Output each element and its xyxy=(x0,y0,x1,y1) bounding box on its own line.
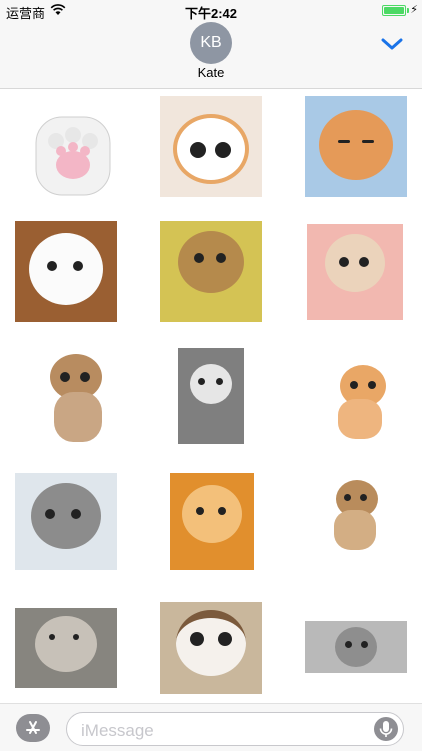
kitten-sticker-6[interactable] xyxy=(40,348,114,444)
kitten-sticker-5[interactable] xyxy=(307,224,403,320)
avatar[interactable]: KB xyxy=(190,22,232,64)
kitten-sticker-14[interactable] xyxy=(305,621,407,673)
kitten-sticker-8[interactable] xyxy=(328,361,396,443)
microphone-icon xyxy=(379,721,393,737)
microphone-button[interactable] xyxy=(374,717,398,741)
app-store-button[interactable] xyxy=(16,714,50,742)
message-input-bar: iMessage xyxy=(0,703,422,751)
kitten-sticker-3[interactable] xyxy=(15,221,117,322)
clock: 下午2:42 xyxy=(184,6,238,21)
battery-tip xyxy=(407,8,409,13)
kitten-sticker-13[interactable] xyxy=(160,602,262,694)
app-store-icon xyxy=(26,721,40,734)
kitten-sticker-9[interactable] xyxy=(15,473,117,570)
kitten-sticker-2[interactable] xyxy=(305,96,407,197)
charging-icon: ⚡ xyxy=(410,4,418,16)
kitten-sticker-12[interactable] xyxy=(15,608,117,688)
conversation-header: KB Kate xyxy=(0,22,422,89)
status-bar: 运营商 下午2:42 ⚡ xyxy=(0,0,422,22)
imessage-placeholder: iMessage xyxy=(81,721,154,740)
kitten-sticker-11[interactable] xyxy=(326,476,388,556)
kitten-sticker-1[interactable] xyxy=(160,96,262,197)
paw-sticker[interactable] xyxy=(28,113,118,199)
sticker-grid xyxy=(0,89,422,703)
contact-name[interactable]: Kate xyxy=(0,65,422,80)
imessage-input[interactable]: iMessage xyxy=(66,712,404,746)
kitten-sticker-4[interactable] xyxy=(160,221,262,322)
battery-icon xyxy=(382,5,406,16)
paw-icon xyxy=(35,116,111,196)
kitten-sticker-10[interactable] xyxy=(170,473,254,570)
chevron-down-icon[interactable] xyxy=(380,36,404,52)
kitten-sticker-7[interactable] xyxy=(178,348,244,444)
